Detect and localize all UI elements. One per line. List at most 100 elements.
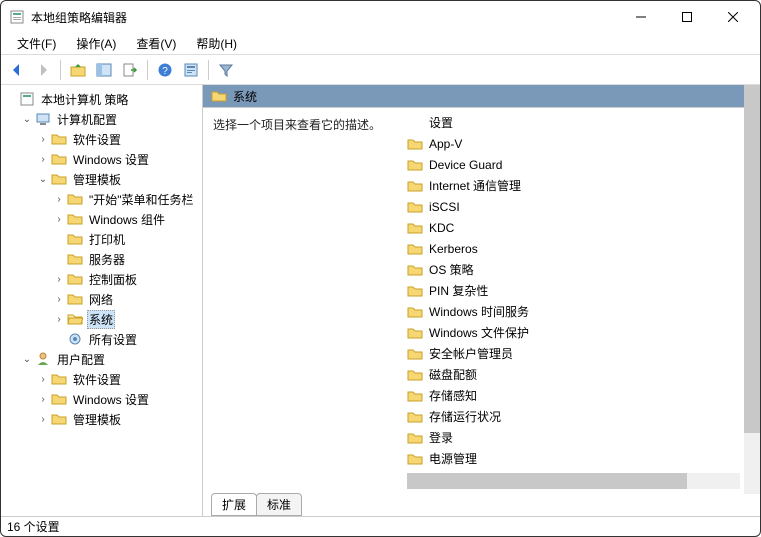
list-item[interactable]: 电源管理	[403, 448, 744, 469]
tree-user-config[interactable]: ⌄ 用户配置	[3, 349, 200, 369]
list-item[interactable]: PIN 复杂性	[403, 280, 744, 301]
item-label: App-V	[429, 137, 462, 151]
chevron-down-icon[interactable]: ⌄	[19, 354, 35, 365]
list-column[interactable]: 设置 App-V Device Guard Internet 通信管理 iSCS…	[403, 108, 744, 494]
tree-label: 管理模板	[71, 171, 123, 188]
close-button[interactable]	[710, 2, 756, 32]
tree-label: "开始"菜单和任务栏	[87, 191, 196, 208]
up-button[interactable]	[66, 58, 90, 82]
list-item[interactable]: Windows 文件保护	[403, 322, 744, 343]
folder-icon	[51, 391, 67, 407]
item-label: 存储运行状况	[429, 408, 501, 425]
chevron-right-icon[interactable]: ›	[51, 294, 67, 305]
list-item[interactable]: 存储运行状况	[403, 406, 744, 427]
menu-help[interactable]: 帮助(H)	[186, 33, 247, 54]
tree-label: 本地计算机 策略	[39, 91, 130, 108]
help-button[interactable]: ?	[153, 58, 177, 82]
tree-item[interactable]: › 控制面板	[3, 269, 200, 289]
list-item[interactable]: Device Guard	[403, 154, 744, 175]
minimize-button[interactable]	[618, 2, 664, 32]
export-list-button[interactable]	[118, 58, 142, 82]
tree-label: 管理模板	[71, 411, 123, 428]
toolbar-separator	[60, 60, 61, 80]
menu-view[interactable]: 查看(V)	[126, 33, 186, 54]
tree-computer-config[interactable]: ⌄ 计算机配置	[3, 109, 200, 129]
tree-item[interactable]: ›软件设置	[3, 129, 200, 149]
menu-file[interactable]: 文件(F)	[7, 33, 66, 54]
item-label: 磁盘配额	[429, 366, 477, 383]
item-label: 电源管理	[429, 450, 477, 467]
chevron-right-icon[interactable]: ›	[51, 214, 67, 225]
folder-icon	[407, 220, 423, 236]
maximize-button[interactable]	[664, 2, 710, 32]
menu-action[interactable]: 操作(A)	[66, 33, 126, 54]
back-button[interactable]	[5, 58, 29, 82]
list-item[interactable]: 安全帐户管理员	[403, 343, 744, 364]
content-split: 选择一个项目来查看它的描述。 设置 App-V Device Guard Int…	[203, 108, 744, 494]
list-header[interactable]: 设置	[403, 112, 744, 133]
chevron-right-icon[interactable]: ›	[51, 194, 67, 205]
tree-item[interactable]: 服务器	[3, 249, 200, 269]
forward-button[interactable]	[31, 58, 55, 82]
folder-icon	[67, 211, 83, 227]
tree-item[interactable]: ›软件设置	[3, 369, 200, 389]
item-label: KDC	[429, 221, 454, 235]
chevron-right-icon[interactable]: ›	[35, 414, 51, 425]
show-hide-tree-button[interactable]	[92, 58, 116, 82]
tree-item-system[interactable]: ›系统	[3, 309, 200, 329]
chevron-down-icon[interactable]: ⌄	[35, 174, 51, 185]
item-label: 登录	[429, 429, 453, 446]
vertical-scrollbar[interactable]	[744, 85, 760, 494]
folder-icon	[407, 199, 423, 215]
folder-icon	[51, 171, 67, 187]
tree-item[interactable]: ›Windows 设置	[3, 389, 200, 409]
chevron-right-icon[interactable]: ›	[35, 134, 51, 145]
tree-label: 用户配置	[55, 351, 107, 368]
tree-item[interactable]: › "开始"菜单和任务栏	[3, 189, 200, 209]
scrollbar-thumb[interactable]	[744, 85, 760, 433]
tree-pane[interactable]: 本地计算机 策略 ⌄ 计算机配置 ›软件设置 ›Windows 设置 ⌄ 管理模板…	[1, 85, 203, 516]
chevron-right-icon[interactable]: ›	[51, 274, 67, 285]
tree-admin-templates[interactable]: ⌄ 管理模板	[3, 169, 200, 189]
tree-item[interactable]: 打印机	[3, 229, 200, 249]
horizontal-scrollbar[interactable]	[407, 473, 740, 489]
list-item[interactable]: 磁盘配额	[403, 364, 744, 385]
chevron-right-icon[interactable]: ›	[35, 154, 51, 165]
chevron-right-icon[interactable]: ›	[35, 374, 51, 385]
list-item[interactable]: 登录	[403, 427, 744, 448]
list-item[interactable]: KDC	[403, 217, 744, 238]
list-item[interactable]: OS 策略	[403, 259, 744, 280]
folder-icon	[407, 325, 423, 341]
list-item[interactable]: iSCSI	[403, 196, 744, 217]
description-text: 选择一个项目来查看它的描述。	[213, 118, 381, 132]
scrollbar-thumb[interactable]	[407, 473, 687, 489]
list-item[interactable]: Kerberos	[403, 238, 744, 259]
list-item[interactable]: 存储感知	[403, 385, 744, 406]
tree-label: 控制面板	[87, 271, 139, 288]
chevron-right-icon[interactable]: ›	[35, 394, 51, 405]
list-item[interactable]: Windows 时间服务	[403, 301, 744, 322]
title-bar: 本地组策略编辑器	[1, 1, 760, 33]
tree-root[interactable]: 本地计算机 策略	[3, 89, 200, 109]
tree-item[interactable]: ›Windows 组件	[3, 209, 200, 229]
folder-icon	[67, 291, 83, 307]
item-label: Internet 通信管理	[429, 177, 521, 194]
list-item[interactable]: Internet 通信管理	[403, 175, 744, 196]
tab-standard[interactable]: 标准	[256, 493, 302, 516]
column-header[interactable]: 系统	[203, 85, 744, 107]
chevron-right-icon[interactable]: ›	[51, 314, 67, 325]
tree-item[interactable]: › 管理模板	[3, 409, 200, 429]
item-label: OS 策略	[429, 261, 474, 278]
tree-item[interactable]: ›Windows 设置	[3, 149, 200, 169]
folder-icon	[211, 88, 227, 104]
properties-button[interactable]	[179, 58, 203, 82]
tree-item[interactable]: 所有设置	[3, 329, 200, 349]
item-label: Device Guard	[429, 158, 502, 172]
folder-icon	[407, 157, 423, 173]
filter-button[interactable]	[214, 58, 238, 82]
tab-extended[interactable]: 扩展	[211, 493, 257, 516]
list-item[interactable]: App-V	[403, 133, 744, 154]
settings-icon	[67, 331, 83, 347]
tree-item[interactable]: ›网络	[3, 289, 200, 309]
chevron-down-icon[interactable]: ⌄	[19, 114, 35, 125]
